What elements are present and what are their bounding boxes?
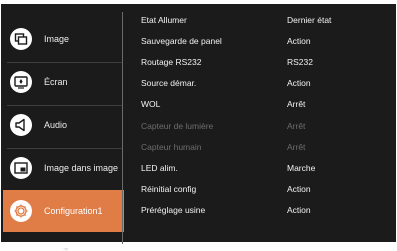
gear-icon <box>9 199 33 223</box>
setting-row-panel-saving[interactable]: Sauvegarde de panel Action <box>141 36 386 50</box>
picture-mode-icon <box>9 27 33 51</box>
setting-name: Préréglage usine <box>141 205 206 215</box>
setting-row-power-on-state[interactable]: Etat Allumer Dernier état <box>141 15 386 29</box>
setting-name: Source démar. <box>141 78 197 88</box>
setting-row-boot-source[interactable]: Source démar. Action <box>141 78 386 92</box>
setting-value: Action <box>287 78 311 88</box>
speaker-icon <box>9 113 33 137</box>
setting-name: Capteur humain <box>141 142 202 152</box>
setting-row-reset-config[interactable]: Réinitial config Action <box>141 184 386 198</box>
picture-in-picture-icon <box>9 156 33 180</box>
setting-name: WOL <box>141 99 161 109</box>
setting-name: Etat Allumer <box>141 15 187 25</box>
setting-row-human-sensor: Capteur humain Arrêt <box>141 142 386 156</box>
setting-value: Action <box>287 36 311 46</box>
setting-value: Dernier état <box>287 15 332 25</box>
sidebar-item-pip[interactable]: Image dans image <box>3 147 124 189</box>
setting-value: Action <box>287 184 311 194</box>
setting-name: Routage RS232 <box>141 57 202 67</box>
setting-value: Action <box>287 205 311 215</box>
setting-value: Arrêt <box>287 99 306 109</box>
setting-value: Marche <box>287 163 316 173</box>
setting-value: RS232 <box>287 57 313 67</box>
screen-icon <box>9 70 33 94</box>
sidebar-item-label: Audio <box>44 120 68 130</box>
sidebar-item-label: Écran <box>44 77 68 87</box>
sidebar: Image Écran Audio Image dans image Confi… <box>3 12 124 251</box>
setting-value: Arrêt <box>287 142 306 152</box>
osd-menu-panel: Image Écran Audio Image dans image Confi… <box>1 4 396 251</box>
setting-value: Arrêt <box>287 121 306 131</box>
sidebar-item-audio[interactable]: Audio <box>3 104 124 146</box>
sidebar-item-label: Configuration1 <box>44 206 103 216</box>
sidebar-divider <box>122 12 123 244</box>
sidebar-item-label: Image dans image <box>44 163 119 173</box>
setting-row-light-sensor: Capteur de lumière Arrêt <box>141 121 386 135</box>
setting-row-power-led[interactable]: LED alim. Marche <box>141 163 386 177</box>
sidebar-item-configuration1[interactable]: Configuration1 <box>3 190 124 232</box>
setting-row-rs232-routing[interactable]: Routage RS232 RS232 <box>141 57 386 71</box>
setting-name: Sauvegarde de panel <box>141 36 222 46</box>
setting-row-factory-reset[interactable]: Préréglage usine Action <box>141 205 386 219</box>
sidebar-item-label: Image <box>44 34 70 44</box>
setting-name: LED alim. <box>141 163 178 173</box>
sidebar-item-screen[interactable]: Écran <box>3 61 124 103</box>
sidebar-item-image[interactable]: Image <box>3 18 124 60</box>
setting-row-wol[interactable]: WOL Arrêt <box>141 99 386 113</box>
setting-name: Capteur de lumière <box>141 121 214 131</box>
osd-screen: Image Écran Audio Image dans image Confi… <box>0 2 397 251</box>
setting-name: Réinitial config <box>141 184 197 194</box>
